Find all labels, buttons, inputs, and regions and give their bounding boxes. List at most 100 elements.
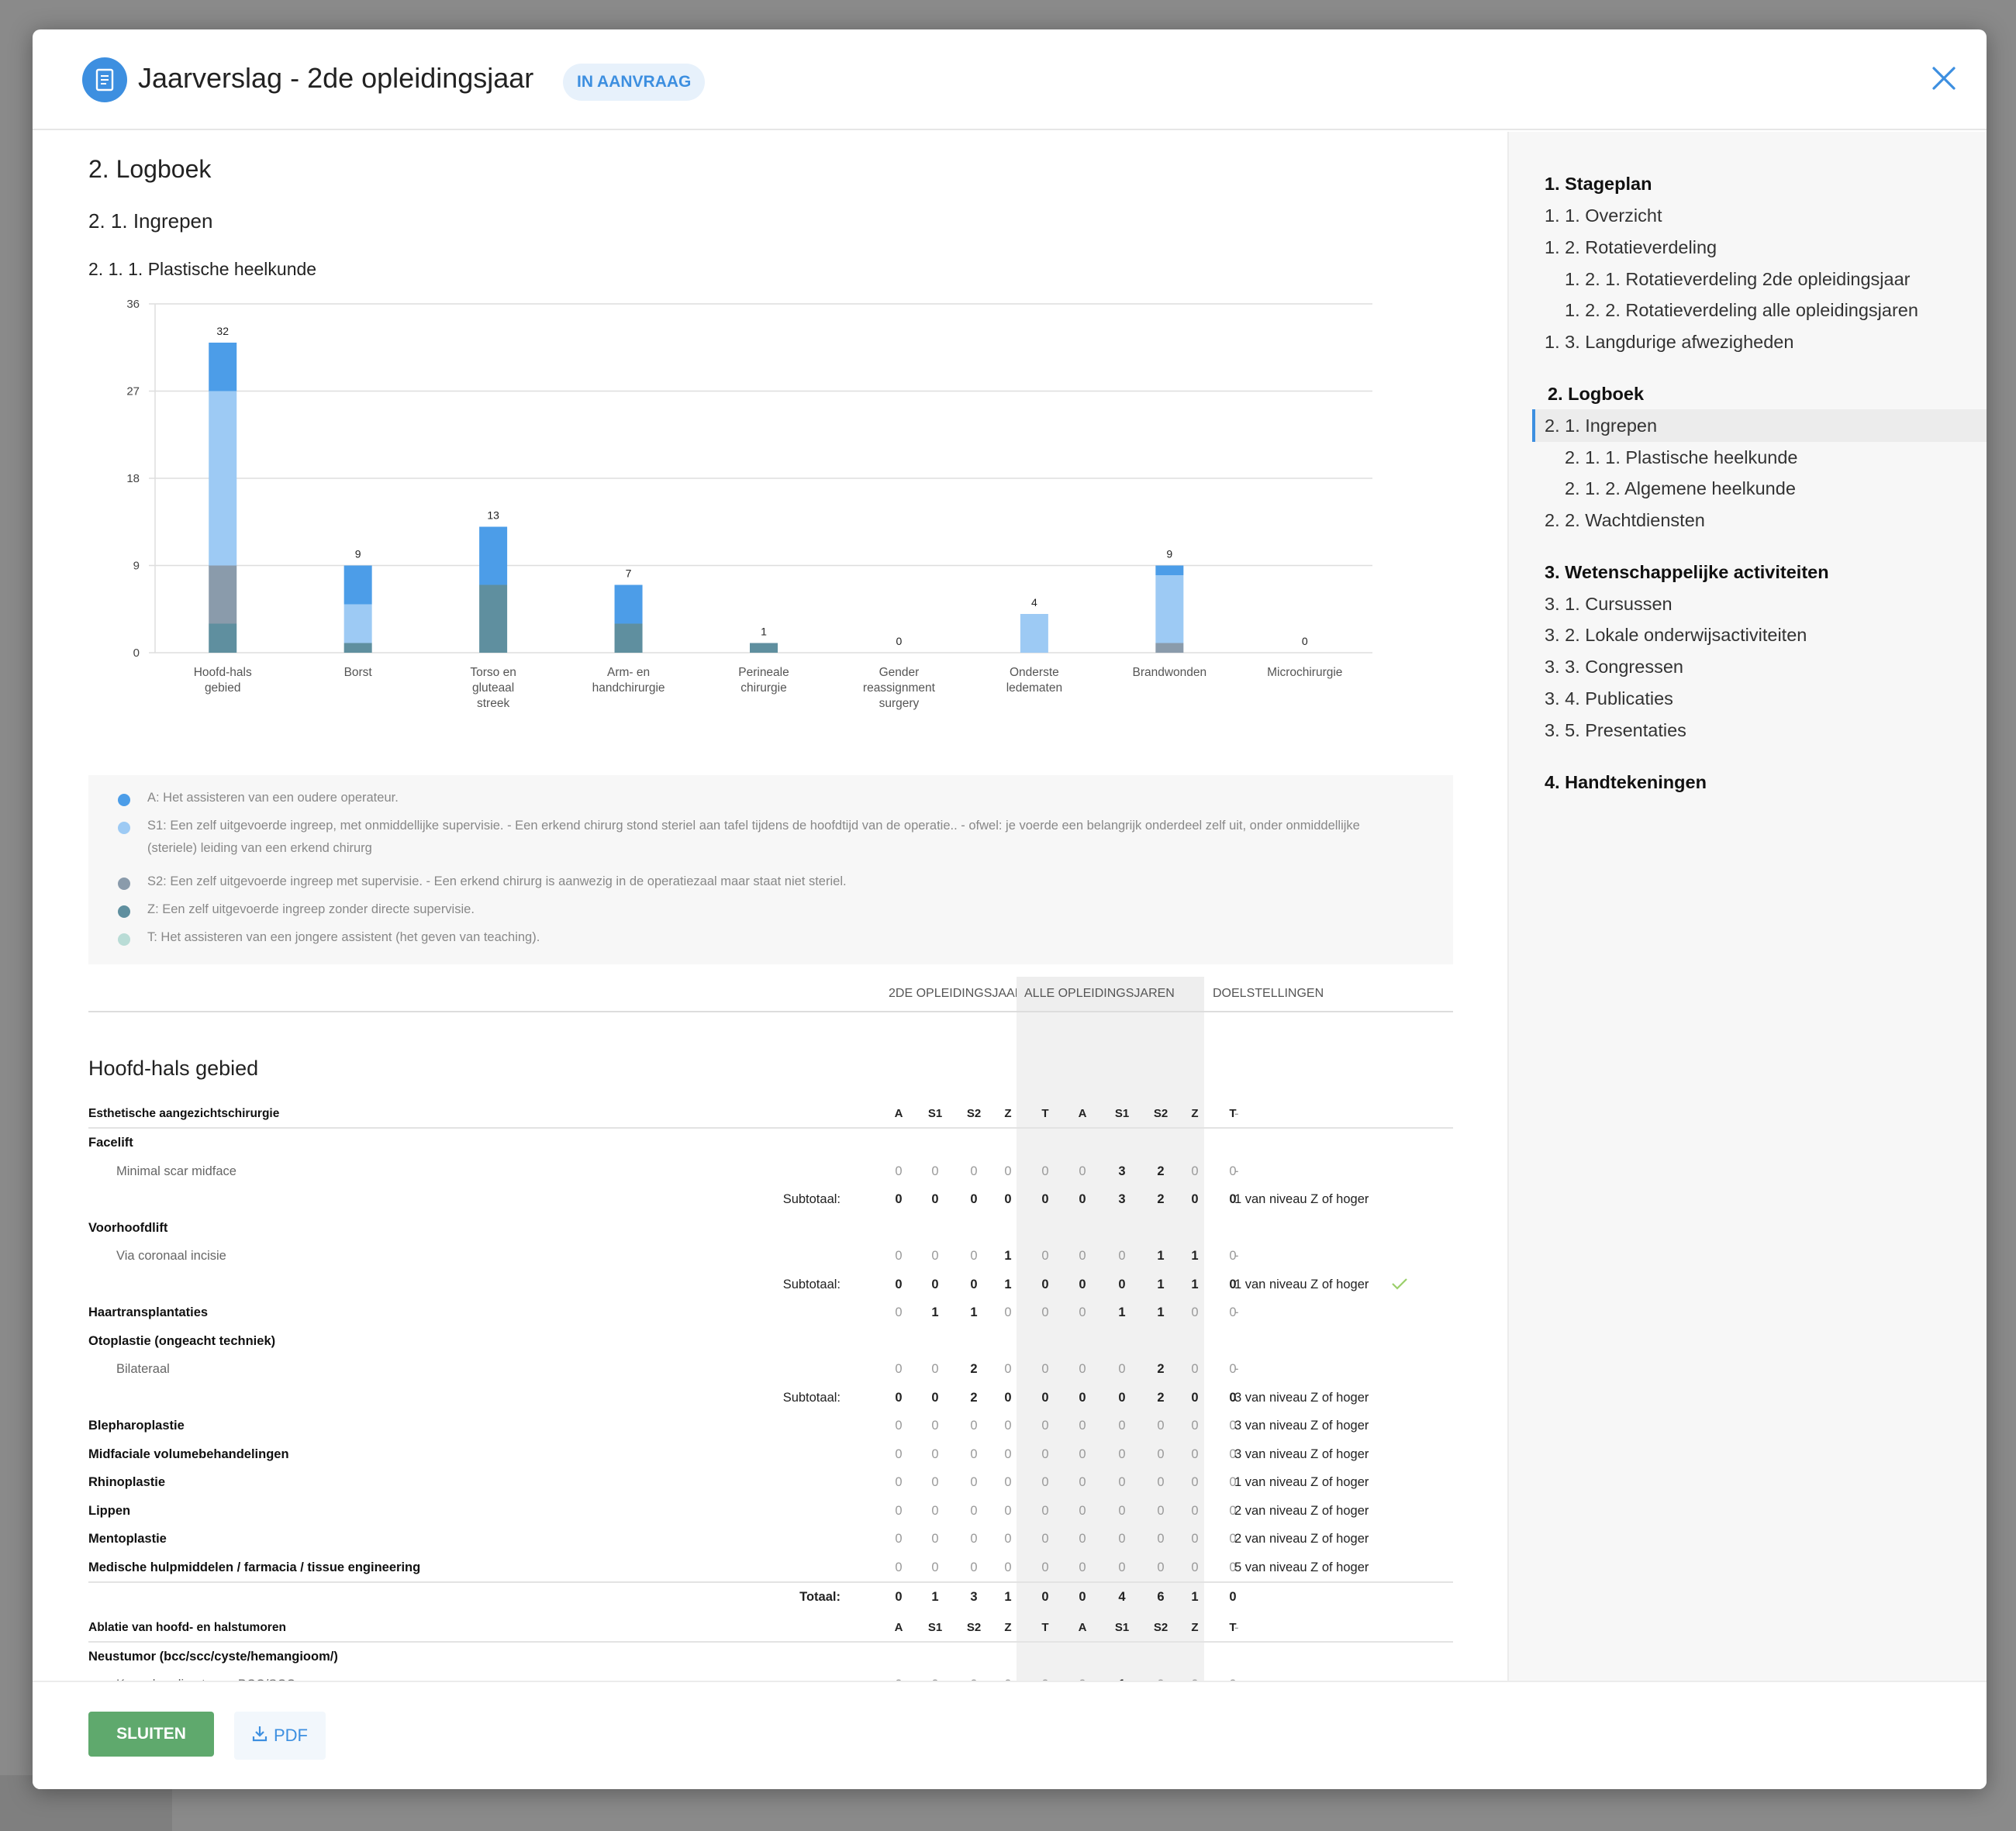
column-header: A [1078, 1107, 1087, 1120]
sidebar-item[interactable]: 2. 1. 1. Plastische heelkunde [1565, 447, 1797, 468]
table-row: Subtotaal: 0 0 2 0 0 0 0 2 0 0 3 van niveau Z of ho… [88, 1384, 1453, 1412]
count-cell: 1 [931, 1590, 939, 1604]
report-content[interactable]: 2. Logboek 2. 1. Ingrepen 2. 1. 1. Plast… [33, 132, 1507, 1681]
count-cell: 0 [1157, 1475, 1165, 1489]
count-cell: 0 [970, 1475, 978, 1489]
x-tick-label: surgery [879, 697, 920, 710]
row-group-label: Voorhoofdlift [88, 1220, 168, 1235]
count-cell: 0 [1191, 1560, 1199, 1574]
goal-cell: - [1234, 1164, 1239, 1178]
row-group-label: Mentoplastie [88, 1532, 167, 1546]
count-cell: 2 [970, 1362, 978, 1376]
count-cell: 0 [1041, 1419, 1049, 1433]
goal-cell: - [1234, 1249, 1239, 1263]
bar-total-label: 0 [1302, 635, 1308, 647]
pdf-button[interactable]: PDF [234, 1712, 326, 1760]
sidebar-item[interactable]: 2. 1. Ingrepen [1545, 416, 1657, 436]
sidebar-item[interactable]: 3. Wetenschappelijke activiteiten [1545, 562, 1829, 583]
sidebar-item[interactable]: 1. 1. Overzicht [1545, 205, 1662, 226]
table-row: Subtotaal: 0 0 0 0 0 0 3 2 0 0 1 van niveau Z of ho… [88, 1185, 1453, 1214]
table-row: Mentoplastie 0 0 0 0 0 0 0 0 0 0 2 van niveau Z of … [88, 1525, 1453, 1553]
sidebar-item[interactable]: 2. 2. Wachtdiensten [1545, 510, 1705, 531]
count-cell: 0 [1079, 1362, 1086, 1376]
row-group-label: Otoplastie (ongeacht techniek) [88, 1333, 276, 1348]
count-cell: 0 [1041, 1503, 1049, 1518]
close-icon[interactable] [1925, 59, 1963, 98]
sidebar-item[interactable]: 1. 2. 2. Rotatieverdeling alle opleiding… [1565, 300, 1918, 321]
table-row: Bilateraal 0 0 2 0 0 0 0 2 0 0- [88, 1355, 1453, 1384]
sidebar-item[interactable]: 3. 4. Publicaties [1545, 688, 1673, 709]
column-header: S1 [1114, 1107, 1130, 1120]
sidebar-item[interactable]: 2. 1. 2. Algemene heelkunde [1565, 478, 1796, 499]
x-tick-label: chirurgie [740, 681, 786, 695]
count-cell: 0 [931, 1447, 939, 1461]
legend-dot-icon [118, 822, 130, 834]
table-row: Rhinoplastie 0 0 0 0 0 0 0 0 0 0 1 van niveau Z of … [88, 1468, 1453, 1497]
count-cell: 0 [1229, 1590, 1237, 1604]
row-item-label: Via coronaal incisie [116, 1249, 226, 1263]
bar-total-label: 1 [761, 626, 767, 638]
count-cell: 0 [1118, 1447, 1126, 1461]
legend-item: S2: Een zelf uitgevoerde ingreep met sup… [118, 874, 1389, 893]
sidebar-item[interactable]: 1. Stageplan [1545, 174, 1652, 195]
count-cell: 1 [1157, 1249, 1165, 1263]
count-cell: 0 [1041, 1249, 1049, 1263]
count-cell: 0 [1079, 1532, 1086, 1546]
legend-text: S1: Een zelf uitgevoerde ingreep, met on… [147, 819, 1360, 855]
count-cell: 0 [1157, 1503, 1165, 1518]
bar-total-label: 0 [896, 635, 903, 647]
sidebar-item[interactable]: 3. 1. Cursussen [1545, 594, 1673, 615]
total-label: Totaal: [799, 1590, 841, 1604]
subtotal-label: Subtotaal: [782, 1390, 841, 1405]
sidebar-item[interactable]: 4. Handtekeningen [1545, 772, 1707, 793]
chart-legend: A: Het assisteren van een oudere operate… [88, 775, 1453, 964]
count-cell: 0 [1191, 1503, 1199, 1518]
count-cell: 0 [1157, 1560, 1165, 1574]
count-cell: 0 [1041, 1277, 1049, 1291]
count-cell: 0 [1191, 1192, 1199, 1206]
table-row: Medische hulpmiddelen / farmacia / tissu… [88, 1553, 1453, 1582]
column-header: S2 [1153, 1107, 1169, 1120]
table-row: Lippen 0 0 0 0 0 0 0 0 0 0 2 van niveau Z of hoger [88, 1497, 1453, 1526]
sidebar-item[interactable]: 2. Logboek [1548, 384, 1644, 405]
x-tick-label: Hoofd-hals [194, 666, 252, 679]
count-cell: 0 [931, 1362, 939, 1376]
close-button[interactable]: SLUITEN [88, 1712, 214, 1757]
x-tick-label: Perineale [738, 666, 789, 679]
count-cell: 0 [1004, 1475, 1012, 1489]
column-header: Z [1191, 1107, 1199, 1120]
x-tick-label: Microchirurgie [1267, 666, 1342, 679]
sidebar-item[interactable]: 1. 2. 1. Rotatieverdeling 2de opleidings… [1565, 269, 1911, 290]
count-cell: 0 [970, 1560, 978, 1574]
goal-cell: 3 van niveau Z of hoger [1234, 1390, 1369, 1405]
bar-segment-s1 [209, 391, 237, 566]
sidebar-item[interactable]: 1. 3. Langdurige afwezigheden [1545, 332, 1793, 353]
goal-cell: 2 van niveau Z of hoger [1234, 1532, 1369, 1546]
count-cell: 0 [1157, 1532, 1165, 1546]
column-header: T [1229, 1620, 1237, 1634]
x-tick-label: gluteaal [472, 681, 514, 695]
count-cell: 0 [1004, 1362, 1012, 1376]
count-cell: 0 [931, 1164, 939, 1178]
count-cell: 0 [895, 1192, 903, 1206]
sidebar-item[interactable]: 3. 5. Presentaties [1545, 720, 1686, 741]
count-cell: 0 [970, 1447, 978, 1461]
count-cell: 0 [1079, 1192, 1086, 1206]
count-cell: 0 [970, 1503, 978, 1518]
tab-doelstellingen[interactable]: DOELSTELLINGEN [1205, 977, 1331, 1011]
count-cell: 0 [1004, 1164, 1012, 1178]
table-row: Esthetische aangezichtschirurgie A S1 S2 Z T A… [88, 1096, 1453, 1129]
sidebar-item[interactable]: 3. 2. Lokale onderwijsactiviteiten [1545, 625, 1807, 646]
bar-segment-z [750, 643, 778, 653]
count-cell: 0 [1004, 1532, 1012, 1546]
sidebar-item[interactable]: 3. 3. Congressen [1545, 657, 1683, 678]
legend-text: Z: Een zelf uitgevoerde ingreep zonder d… [147, 902, 475, 916]
count-cell: 0 [1191, 1305, 1199, 1319]
tab-2de-opleidingsjaar[interactable]: 2DE OPLEIDINGSJAAR [881, 977, 1031, 1011]
check-icon [1391, 1277, 1408, 1295]
count-cell: 0 [931, 1475, 939, 1489]
sidebar-item[interactable]: 1. 2. Rotatieverdeling [1545, 237, 1717, 258]
status-badge: IN AANVRAAG [563, 64, 706, 101]
bar-segment-a [343, 565, 372, 605]
tab-alle-opleidingsjaren[interactable]: ALLE OPLEIDINGSJAREN [1017, 977, 1204, 1011]
